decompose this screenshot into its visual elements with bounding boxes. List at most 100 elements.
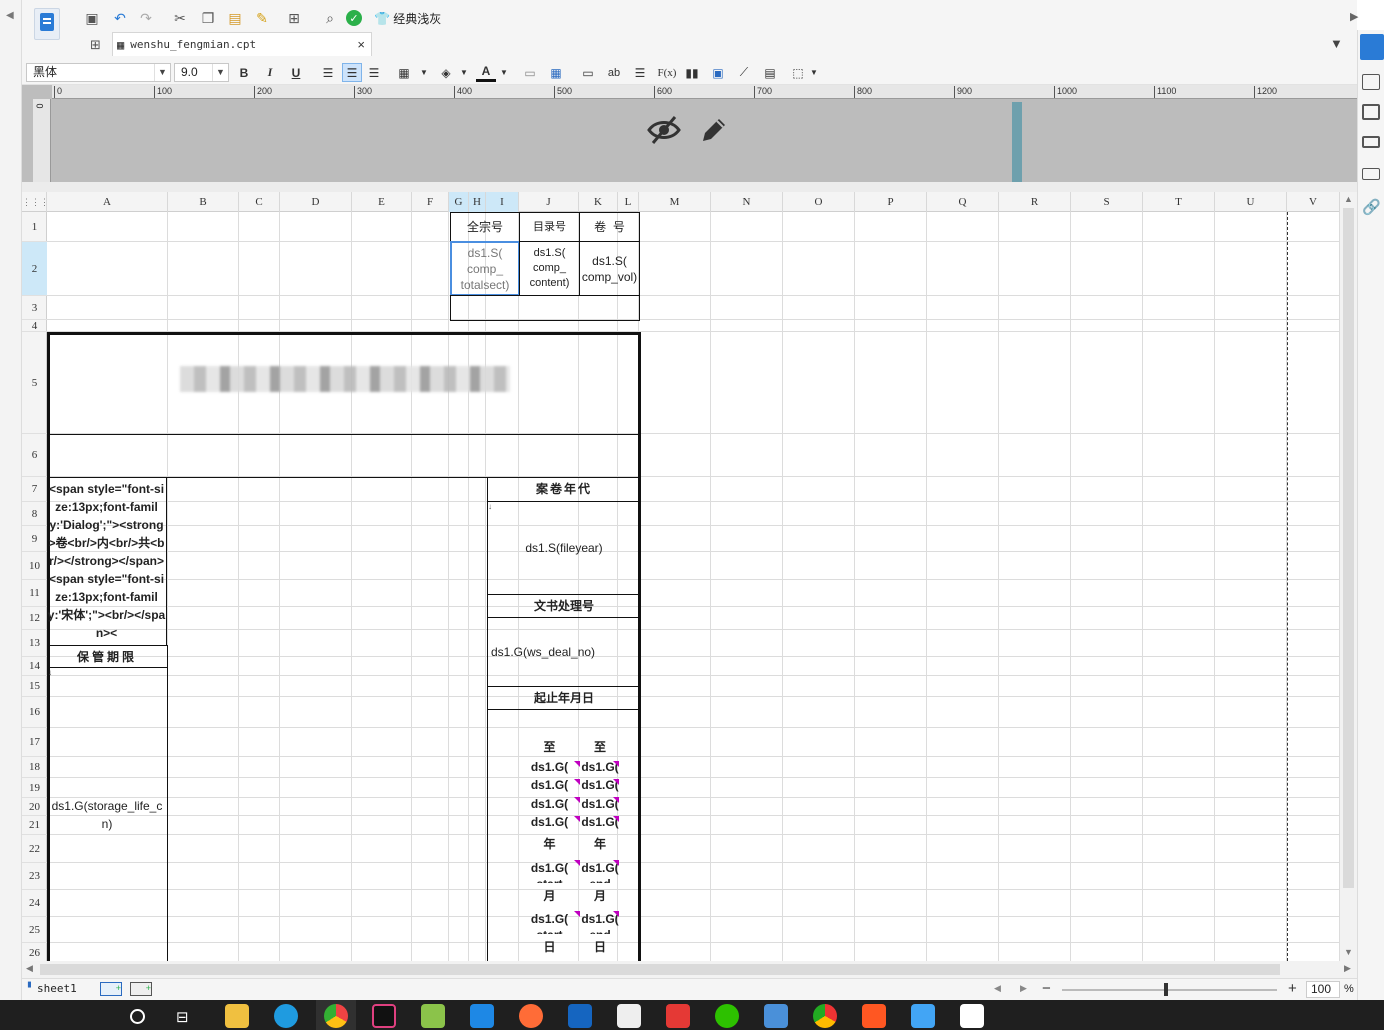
font-size-select[interactable]: 9.0 ▼ bbox=[174, 63, 229, 82]
font-family-select[interactable]: 黑体 ▼ bbox=[26, 63, 171, 82]
row-header-14[interactable]: 14 bbox=[22, 657, 47, 676]
underline-button[interactable]: U bbox=[286, 63, 306, 82]
row-header-17[interactable]: 17 bbox=[22, 728, 47, 757]
column-header-B[interactable]: B bbox=[168, 192, 239, 212]
intellij-icon[interactable] bbox=[372, 1004, 396, 1028]
copy-icon[interactable]: ❐ bbox=[198, 8, 218, 28]
next-sheet-icon[interactable]: ▶ bbox=[1020, 983, 1027, 994]
column-header-S[interactable]: S bbox=[1071, 192, 1143, 212]
row-header-10[interactable]: 10 bbox=[22, 552, 47, 580]
column-header-O[interactable]: O bbox=[783, 192, 855, 212]
image-icon[interactable]: ▣ bbox=[708, 63, 728, 82]
row-header-8[interactable]: 8 bbox=[22, 502, 47, 526]
zoom-slider[interactable] bbox=[1062, 983, 1277, 996]
row-header-6[interactable]: 6 bbox=[22, 434, 47, 477]
cut-icon[interactable]: ✂ bbox=[170, 8, 190, 28]
scrollbar-thumb[interactable] bbox=[1343, 208, 1354, 888]
row-header-21[interactable]: 21 bbox=[22, 816, 47, 835]
column-header-K[interactable]: K bbox=[579, 192, 618, 212]
cell-J25[interactable]: ds1.G(start bbox=[519, 908, 580, 934]
chart-icon[interactable]: ▮▮ bbox=[682, 63, 702, 82]
row-header-18[interactable]: 18 bbox=[22, 757, 47, 778]
column-header-L[interactable]: L bbox=[618, 192, 639, 212]
formula-icon[interactable]: F(x) bbox=[654, 63, 680, 82]
paint-icon[interactable]: ▼ bbox=[1330, 36, 1343, 51]
row-header-3[interactable]: 3 bbox=[22, 296, 47, 320]
column-header-J[interactable]: J bbox=[519, 192, 579, 212]
chevron-down-icon[interactable]: ▼ bbox=[494, 63, 514, 82]
cell-J11[interactable]: 文书处理号 bbox=[487, 595, 641, 618]
chevron-down-icon[interactable]: ▼ bbox=[804, 63, 824, 82]
cell-I1[interactable]: 全宗号 bbox=[450, 212, 520, 242]
chevron-down-icon[interactable]: ▼ bbox=[414, 63, 434, 82]
float-element-icon[interactable] bbox=[1362, 104, 1380, 120]
column-header-Q[interactable]: Q bbox=[927, 192, 999, 212]
cell-A7-html[interactable]: <span style="font-size:13px;font-family:… bbox=[47, 477, 167, 645]
cell-J2[interactable]: ds1.S( comp_ content) bbox=[519, 241, 580, 296]
column-header-R[interactable]: R bbox=[999, 192, 1071, 212]
zoom-slider-handle[interactable] bbox=[1164, 983, 1168, 996]
widget-settings-icon[interactable] bbox=[1362, 74, 1380, 90]
notepad-icon[interactable] bbox=[421, 1004, 445, 1028]
cell-K22[interactable]: 年 bbox=[579, 831, 621, 857]
cell-J8[interactable]: ds1.S(fileyear) bbox=[487, 502, 641, 595]
row-header-4[interactable]: 4 bbox=[22, 320, 47, 332]
paste-icon[interactable]: ▤ bbox=[225, 8, 245, 28]
row-header-1[interactable]: 1 bbox=[22, 212, 47, 242]
edit-pencil-icon[interactable] bbox=[697, 113, 731, 150]
cell-K24[interactable]: 月 bbox=[579, 883, 621, 908]
row-header-7[interactable]: 7 bbox=[22, 477, 47, 502]
column-header-H[interactable]: H bbox=[469, 192, 486, 212]
row-header-24[interactable]: 24 bbox=[22, 890, 47, 917]
cell-J19[interactable]: ds1.G( bbox=[519, 776, 580, 794]
column-header-M[interactable]: M bbox=[639, 192, 711, 212]
window-icon[interactable] bbox=[617, 1004, 641, 1028]
row-header-11[interactable]: 11 bbox=[22, 580, 47, 607]
column-header-A[interactable]: A bbox=[47, 192, 168, 212]
cell-J20[interactable]: ds1.G( bbox=[519, 794, 580, 813]
italic-button[interactable]: I bbox=[260, 63, 280, 82]
cell-I2[interactable]: ds1.S( comp_ totalsect) bbox=[450, 241, 520, 296]
cell-J26[interactable]: 日 bbox=[519, 934, 580, 959]
close-icon[interactable]: × bbox=[357, 37, 365, 52]
search-icon[interactable]: ⌕ bbox=[320, 8, 340, 28]
java-icon[interactable] bbox=[960, 1004, 984, 1028]
settings-gear-icon[interactable] bbox=[764, 1004, 788, 1028]
column-header-G[interactable]: G bbox=[449, 192, 469, 212]
column-header-T[interactable]: T bbox=[1143, 192, 1215, 212]
align-right-icon[interactable]: ☰ bbox=[364, 63, 384, 82]
format-painter-icon[interactable]: ✎ bbox=[252, 8, 272, 28]
row-header-25[interactable]: 25 bbox=[22, 917, 47, 943]
mail-icon[interactable] bbox=[911, 1004, 935, 1028]
cell-J17[interactable]: 至 bbox=[519, 736, 580, 758]
column-header-N[interactable]: N bbox=[711, 192, 783, 212]
cell-J21[interactable]: ds1.G( bbox=[519, 813, 580, 831]
save-icon[interactable]: ▣ bbox=[82, 8, 102, 28]
hyperlink-icon[interactable]: 🔗 bbox=[1362, 198, 1381, 216]
cell-A13[interactable]: 保管期限 bbox=[47, 645, 168, 668]
cell-K1[interactable]: 卷 号 bbox=[579, 212, 640, 242]
cell-J12[interactable]: ds1.G(ws_deal_no) bbox=[487, 618, 641, 687]
cell-K17[interactable]: 至 bbox=[579, 736, 621, 758]
font-color-icon[interactable]: A bbox=[476, 63, 496, 82]
cell-J1[interactable]: 目录号 bbox=[519, 212, 580, 242]
chrome-icon-2[interactable] bbox=[813, 1004, 837, 1028]
column-header-D[interactable]: D bbox=[280, 192, 352, 212]
paragraph-icon[interactable]: ☰ bbox=[630, 63, 650, 82]
insert-row-icon[interactable]: ▭ bbox=[578, 63, 598, 82]
check-icon[interactable]: ✓ bbox=[346, 10, 362, 26]
slash-icon[interactable]: ⟋ bbox=[734, 63, 754, 82]
fill-color-icon[interactable]: ◈ bbox=[436, 63, 456, 82]
cell-A14[interactable]: ds1.G(storage_life_cn) bbox=[47, 668, 168, 961]
sheet-tab[interactable]: ▘ sheet1 bbox=[28, 982, 77, 995]
scroll-left-icon[interactable]: ◀ bbox=[26, 963, 33, 974]
row-header-5[interactable]: 5 bbox=[22, 332, 47, 434]
scroll-right-icon[interactable]: ▶ bbox=[1350, 10, 1358, 23]
prev-sheet-icon[interactable]: ◀ bbox=[994, 983, 1001, 994]
edge-icon[interactable] bbox=[274, 1004, 298, 1028]
row-header-2[interactable]: 2 bbox=[22, 242, 47, 296]
finereport-icon[interactable] bbox=[568, 1004, 592, 1028]
scroll-down-icon[interactable]: ▼ bbox=[1344, 947, 1353, 957]
scroll-right-icon[interactable]: ▶ bbox=[1344, 963, 1351, 974]
column-header-E[interactable]: E bbox=[352, 192, 412, 212]
